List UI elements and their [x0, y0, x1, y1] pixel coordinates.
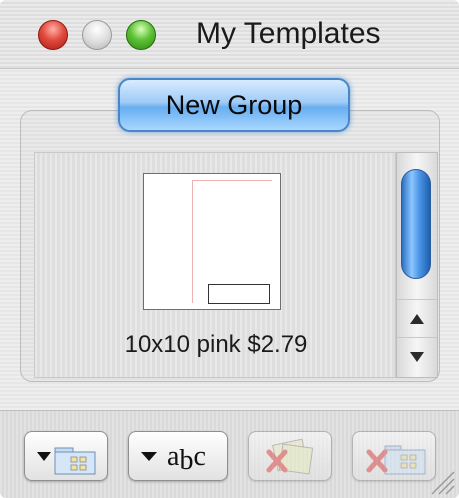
templates-window: My Templates New Group 10x10 pink $2.79 — [0, 0, 459, 498]
bottom-toolbar: abc — [0, 410, 459, 498]
title-bar[interactable]: My Templates — [0, 0, 459, 69]
page-guide-line — [192, 180, 193, 303]
minimize-button[interactable] — [82, 20, 112, 50]
folder-grid-icon — [37, 447, 96, 475]
window-title: My Templates — [196, 17, 381, 50]
folder-menu-button[interactable] — [24, 431, 108, 481]
delete-folder-icon — [366, 445, 426, 475]
delete-template-button[interactable] — [248, 431, 332, 481]
delete-group-button[interactable] — [352, 431, 436, 481]
template-thumbnail[interactable] — [143, 173, 281, 310]
abc-text-icon: abc — [167, 441, 206, 476]
text-style-menu-button[interactable]: abc — [128, 431, 228, 481]
template-caption: 10x10 pink $2.79 — [124, 331, 308, 358]
delete-pages-icon — [266, 438, 314, 475]
label-box — [208, 284, 270, 304]
arrow-up-icon — [410, 314, 424, 324]
close-button[interactable] — [38, 20, 68, 50]
vertical-scrollbar[interactable] — [396, 152, 438, 378]
scroll-up-button[interactable] — [397, 299, 437, 338]
template-list: 10x10 pink $2.79 — [34, 152, 396, 378]
page-guide-line-top — [192, 180, 272, 181]
new-group-button[interactable]: New Group — [118, 78, 350, 132]
resize-grip-icon[interactable] — [427, 467, 455, 495]
scroll-down-button[interactable] — [397, 337, 437, 376]
scroll-thumb[interactable] — [401, 169, 431, 279]
zoom-button[interactable] — [126, 20, 156, 50]
arrow-down-icon — [410, 352, 424, 362]
